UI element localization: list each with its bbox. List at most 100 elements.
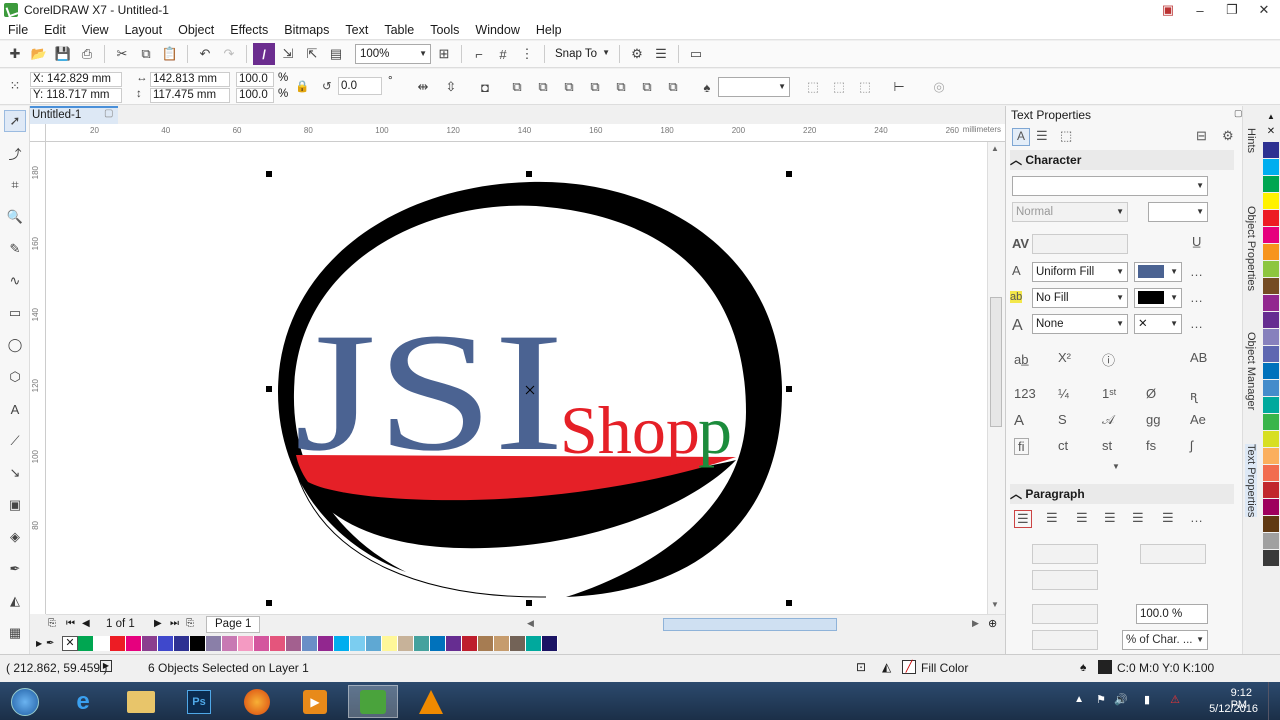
menu-table[interactable]: Table: [376, 23, 422, 37]
volume-icon[interactable]: 🔊: [1114, 693, 1128, 706]
status-expand-icon[interactable]: ▶: [100, 660, 112, 672]
menu-text[interactable]: Text: [337, 23, 376, 37]
palette-swatch[interactable]: [398, 635, 414, 651]
interactive-fill-tool-icon[interactable]: ◭: [4, 590, 26, 612]
vertical-ruler[interactable]: 180 160 140 120 100 80: [30, 142, 46, 614]
shop-logo-text[interactable]: Shop: [560, 392, 700, 468]
horizontal-ruler[interactable]: millimeters 20 40 60 80 100 120 140 160 180 200 22…: [46, 124, 1005, 142]
side-palette-swatch[interactable]: [1263, 210, 1279, 226]
text-fill-combo[interactable]: Uniform Fill ▼: [1032, 262, 1128, 282]
side-palette-swatch[interactable]: [1263, 159, 1279, 175]
background-fill-combo[interactable]: No Fill ▼: [1032, 288, 1128, 308]
all-caps-icon[interactable]: ab̲: [1014, 352, 1028, 367]
contextual-alternates-icon[interactable]: 𝒜: [1102, 412, 1114, 428]
palette-swatch[interactable]: [206, 635, 222, 651]
x-position-field[interactable]: X: 142.829 mm: [30, 72, 122, 87]
pick-tool-icon[interactable]: ➚: [4, 110, 26, 132]
outline-more-icon[interactable]: …: [1190, 316, 1203, 331]
side-palette-swatch[interactable]: [1263, 465, 1279, 481]
y-position-field[interactable]: Y: 118.717 mm: [30, 88, 122, 103]
uppercase-icon[interactable]: AB: [1190, 350, 1207, 365]
text-tool-icon[interactable]: A: [4, 398, 26, 420]
palette-swatch[interactable]: [190, 635, 206, 651]
hints-tab[interactable]: Hints: [1245, 128, 1257, 153]
quick-customize-icon[interactable]: ◎: [928, 76, 950, 98]
file-explorer-icon[interactable]: [116, 685, 166, 718]
back-minus-front-icon[interactable]: ⧉: [662, 76, 684, 98]
redo-icon[interactable]: ↷: [218, 43, 240, 65]
titling-alternates-icon[interactable]: Ae: [1190, 412, 1206, 427]
zoom-combo[interactable]: 100% ▼: [355, 44, 431, 64]
side-palette-swatch[interactable]: [1263, 482, 1279, 498]
intersect-icon[interactable]: ⧉: [584, 76, 606, 98]
import-icon[interactable]: ⇲: [277, 43, 299, 65]
side-palette-swatch[interactable]: [1263, 499, 1279, 515]
rectangle-tool-icon[interactable]: ▭: [4, 302, 26, 324]
ellipse-tool-icon[interactable]: ◯: [4, 334, 26, 356]
align-distribute-icon[interactable]: ⊢: [888, 76, 910, 98]
side-palette-swatch[interactable]: [1263, 244, 1279, 260]
outline-color-swatch[interactable]: [1098, 660, 1112, 674]
menu-layout[interactable]: Layout: [117, 23, 171, 37]
height-field[interactable]: 117.475 mm: [150, 88, 230, 103]
side-palette-swatch[interactable]: [1263, 516, 1279, 532]
freehand-tool-icon[interactable]: ✎: [4, 238, 26, 260]
first-page-icon[interactable]: ⏮: [66, 618, 75, 629]
copy-icon[interactable]: ⧉: [135, 43, 157, 65]
background-fill-color-swatch[interactable]: ▼: [1134, 288, 1182, 308]
outline-color-combo[interactable]: ✕ ▼: [1134, 314, 1182, 334]
side-palette-swatch[interactable]: [1263, 278, 1279, 294]
vertical-scroll-thumb[interactable]: [990, 297, 1002, 427]
palette-swatch[interactable]: [430, 635, 446, 651]
menu-window[interactable]: Window: [467, 23, 527, 37]
position-icon[interactable]: ⓘ: [1102, 350, 1115, 369]
transparency-tool-icon[interactable]: ◈: [4, 526, 26, 548]
st-ligature-icon[interactable]: st: [1102, 438, 1112, 453]
print-icon[interactable]: ⎙: [76, 43, 98, 65]
paragraph-section-header[interactable]: ︿ Paragraph: [1010, 484, 1234, 504]
palette-swatch[interactable]: [270, 635, 286, 651]
ct-ligature-icon[interactable]: ct: [1058, 438, 1068, 453]
vertical-scrollbar[interactable]: ▲ ▼: [987, 142, 1005, 614]
side-palette-swatch[interactable]: [1263, 261, 1279, 277]
side-palette-swatch[interactable]: [1263, 176, 1279, 192]
menu-help[interactable]: Help: [528, 23, 570, 37]
tray-notification-icon[interactable]: ⚑: [1096, 693, 1106, 706]
object-manager-tab[interactable]: Object Manager: [1245, 332, 1257, 410]
guidelines-icon[interactable]: ⋮: [516, 43, 538, 65]
palette-swatch[interactable]: [158, 635, 174, 651]
width-field[interactable]: 142.813 mm: [150, 72, 230, 87]
save-icon[interactable]: 💾: [52, 43, 74, 65]
right-indent-field[interactable]: [1140, 544, 1206, 564]
show-desktop-button[interactable]: [1268, 682, 1280, 720]
kerning-field[interactable]: [1032, 234, 1128, 254]
palette-swatch[interactable]: [110, 635, 126, 651]
space-before-field[interactable]: [1032, 604, 1098, 624]
side-palette-swatch[interactable]: [1263, 414, 1279, 430]
connector-tool-icon[interactable]: ↘: [4, 462, 26, 484]
swash-icon[interactable]: ꭆ: [1190, 386, 1197, 404]
start-button[interactable]: [0, 685, 50, 718]
fill-none-swatch[interactable]: ╱: [902, 660, 916, 674]
side-palette-swatch[interactable]: [1263, 346, 1279, 362]
text-fill-color-swatch[interactable]: ▼: [1134, 262, 1182, 282]
side-palette-none-swatch[interactable]: ✕: [1262, 126, 1280, 142]
last-page-icon[interactable]: ⏭: [170, 618, 179, 629]
polygon-tool-icon[interactable]: ⬡: [4, 366, 26, 388]
side-palette-swatch[interactable]: [1263, 142, 1279, 158]
undo-icon[interactable]: ↶: [194, 43, 216, 65]
palette-swatch[interactable]: [302, 635, 318, 651]
status-settings-icon[interactable]: ⊡: [856, 660, 866, 674]
tray-expand-icon[interactable]: ▲: [1074, 694, 1084, 705]
page-tab[interactable]: Page 1: [206, 616, 261, 633]
docker-settings-icon[interactable]: ⚙: [1222, 128, 1234, 144]
restore-button[interactable]: ❐: [1216, 0, 1248, 20]
palette-swatch[interactable]: [494, 635, 510, 651]
ordinal-icon[interactable]: 1ˢᵗ: [1102, 386, 1117, 401]
palette-swatch[interactable]: [526, 635, 542, 651]
force-justify-icon[interactable]: ☰: [1162, 510, 1174, 526]
navigator-icon[interactable]: ⊕: [988, 617, 997, 630]
drop-shadow-tool-icon[interactable]: ▣: [4, 494, 26, 516]
minimize-button[interactable]: –: [1184, 0, 1216, 20]
media-player-icon[interactable]: ▶: [290, 685, 340, 718]
